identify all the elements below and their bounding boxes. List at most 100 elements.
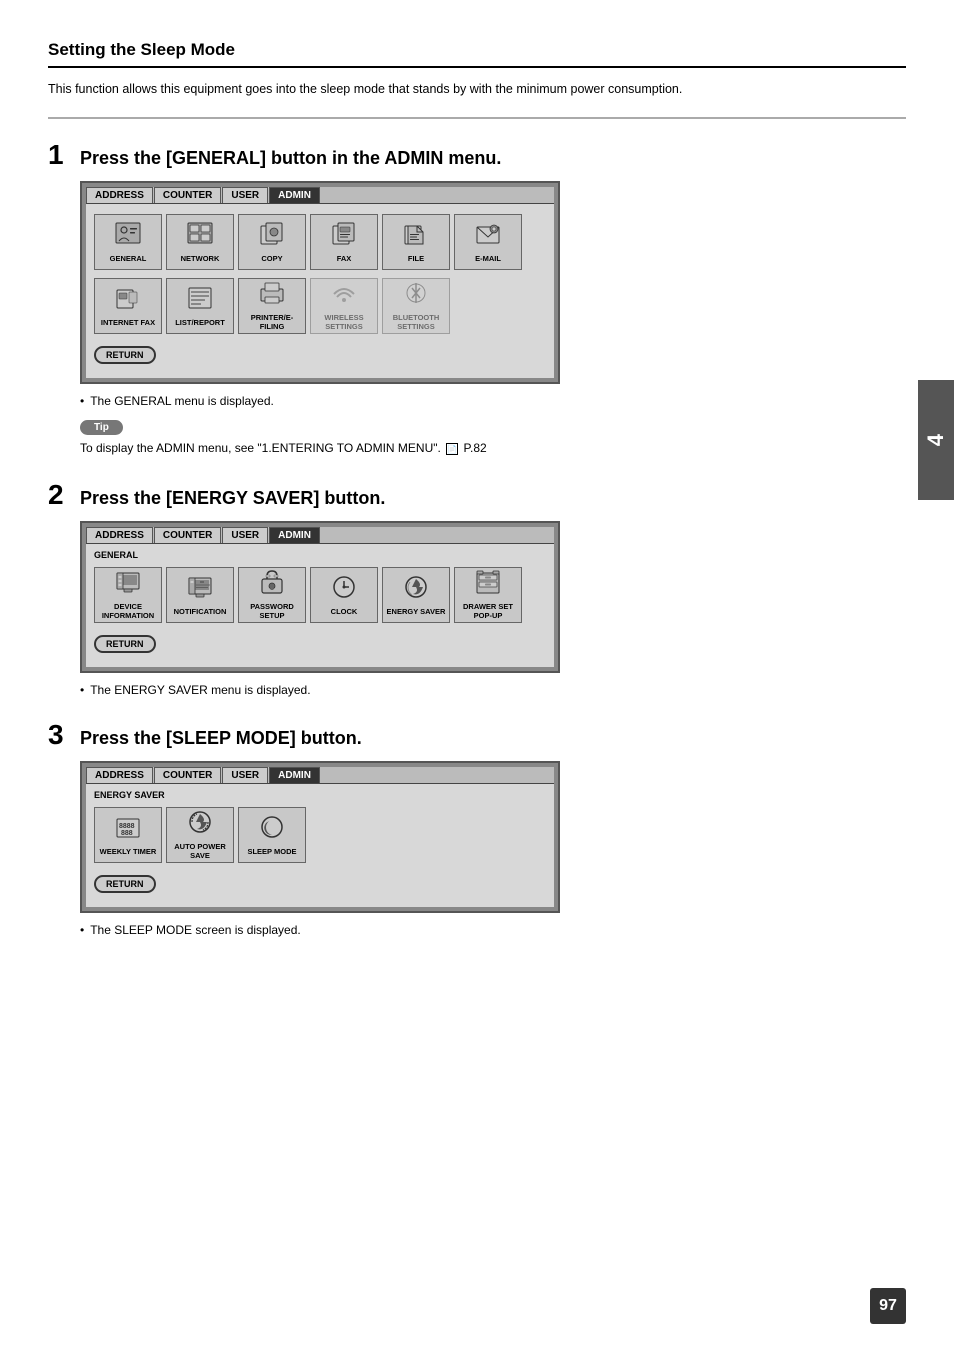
icon-list-report[interactable]: LIST/REPORT [166, 278, 234, 334]
tab-admin-1[interactable]: ADMIN [269, 187, 320, 203]
drawer-set-label: DRAWER SET POP-UP [455, 602, 521, 620]
tab-number: 4 [923, 434, 949, 446]
return-btn-1[interactable]: RETURN [94, 346, 156, 364]
icon-sleep-mode[interactable]: SLEEP MODE [238, 807, 306, 863]
printer-efiling-icon [258, 280, 286, 311]
step-2-bullet: The ENERGY SAVER menu is displayed. [80, 683, 906, 697]
clock-icon [330, 574, 358, 605]
screen-inner-2: GENERAL [86, 544, 554, 667]
icon-device-info[interactable]: DEVICE INFORMATION [94, 567, 162, 623]
weekly-timer-icon: 8888 888 [114, 814, 142, 845]
tab-counter-3[interactable]: COUNTER [154, 767, 221, 783]
tab-bar-3: ADDRESS COUNTER USER ADMIN [86, 767, 554, 784]
icon-wireless[interactable]: WIRELESS SETTINGS [310, 278, 378, 334]
return-area-1: RETURN [94, 338, 546, 372]
icon-fax[interactable]: FAX [310, 214, 378, 270]
list-report-icon [186, 285, 214, 316]
page-number: 97 [870, 1288, 906, 1324]
network-label: NETWORK [181, 254, 220, 263]
tab-user-2[interactable]: USER [222, 527, 268, 543]
step-1-header: 1 Press the [GENERAL] button in the ADMI… [48, 141, 906, 169]
printer-efiling-label: PRINTER/E-FILING [239, 313, 305, 331]
file-icon [402, 221, 430, 252]
icon-notification[interactable]: NOTIFICATION [166, 567, 234, 623]
side-tab: 4 [918, 380, 954, 500]
screen-label-2: GENERAL [94, 550, 546, 560]
sleep-mode-label: SLEEP MODE [247, 847, 296, 856]
icon-grid-1b: INTERNET FAX [94, 274, 546, 338]
screen-mockup-2: ADDRESS COUNTER USER ADMIN GENERAL [80, 521, 560, 673]
icon-copy[interactable]: COPY [238, 214, 306, 270]
icon-printer-efiling[interactable]: PRINTER/E-FILING [238, 278, 306, 334]
return-area-2: RETURN [94, 627, 546, 661]
screen-inner-3: ENERGY SAVER 8888 888 WEEKLY TIMER [86, 784, 554, 907]
step-1-section: 1 Press the [GENERAL] button in the ADMI… [48, 141, 906, 457]
step-3-header: 3 Press the [SLEEP MODE] button. [48, 721, 906, 749]
energy-saver-label: ENERGY SAVER [387, 607, 446, 616]
network-icon [186, 221, 214, 252]
password-icon [258, 569, 286, 600]
return-btn-2[interactable]: RETURN [94, 635, 156, 653]
step-1-title: Press the [GENERAL] button in the ADMIN … [80, 148, 501, 169]
page-ref-icon-1: 📄 [446, 443, 458, 455]
step-2-section: 2 Press the [ENERGY SAVER] button. ADDRE… [48, 481, 906, 697]
step-2-header: 2 Press the [ENERGY SAVER] button. [48, 481, 906, 509]
tab-user-3[interactable]: USER [222, 767, 268, 783]
screen-mockup-3: ADDRESS COUNTER USER ADMIN ENERGY SAVER … [80, 761, 560, 913]
icon-energy-saver[interactable]: ENERGY SAVER [382, 567, 450, 623]
bluetooth-label: Bluetooth SETTINGS [383, 313, 449, 331]
icon-general[interactable]: GENERAL [94, 214, 162, 270]
notification-icon [186, 574, 214, 605]
tab-user-1[interactable]: USER [222, 187, 268, 203]
icon-network[interactable]: NETWORK [166, 214, 234, 270]
page-title: Setting the Sleep Mode [48, 40, 906, 68]
icon-clock[interactable]: CLOCK [310, 567, 378, 623]
tab-address-3[interactable]: ADDRESS [86, 767, 153, 783]
tip-box-1: Tip To display the ADMIN menu, see "1.EN… [80, 418, 906, 457]
icon-weekly-timer[interactable]: 8888 888 WEEKLY TIMER [94, 807, 162, 863]
icon-email[interactable]: E-MAIL [454, 214, 522, 270]
step-1-bullet: The GENERAL menu is displayed. [80, 394, 906, 408]
icon-auto-power-save[interactable]: AUTO POWER SAVE [166, 807, 234, 863]
tab-address-1[interactable]: ADDRESS [86, 187, 153, 203]
copy-label: COPY [261, 254, 282, 263]
icon-bluetooth[interactable]: Bluetooth SETTINGS [382, 278, 450, 334]
internet-fax-icon [114, 285, 142, 316]
step-3-number: 3 [48, 721, 70, 749]
return-btn-3[interactable]: RETURN [94, 875, 156, 893]
list-report-label: LIST/REPORT [175, 318, 225, 327]
icon-drawer-set[interactable]: DRAWER SET POP-UP [454, 567, 522, 623]
wireless-icon [330, 280, 358, 311]
svg-text:8888: 8888 [119, 823, 135, 830]
icon-grid-1: GENERAL [94, 210, 546, 274]
step-2-number: 2 [48, 481, 70, 509]
email-label: E-MAIL [475, 254, 501, 263]
password-label: PASSWORD SETUP [239, 602, 305, 620]
device-info-label: DEVICE INFORMATION [95, 602, 161, 620]
svg-text:888: 888 [121, 830, 133, 837]
icon-internet-fax[interactable]: INTERNET FAX [94, 278, 162, 334]
icon-file[interactable]: FILE [382, 214, 450, 270]
weekly-timer-label: WEEKLY TIMER [100, 847, 157, 856]
icon-password[interactable]: PASSWORD SETUP [238, 567, 306, 623]
internet-fax-label: INTERNET FAX [101, 318, 155, 327]
tip-text-1: To display the ADMIN menu, see "1.ENTERI… [80, 439, 906, 457]
step-2-title: Press the [ENERGY SAVER] button. [80, 488, 385, 509]
email-icon [474, 221, 502, 252]
tab-admin-2[interactable]: ADMIN [269, 527, 320, 543]
tab-bar-2: ADDRESS COUNTER USER ADMIN [86, 527, 554, 544]
tab-admin-3[interactable]: ADMIN [269, 767, 320, 783]
tab-bar-1: ADDRESS COUNTER USER ADMIN [86, 187, 554, 204]
step-3-title: Press the [SLEEP MODE] button. [80, 728, 362, 749]
step-1-number: 1 [48, 141, 70, 169]
screen-inner-1: GENERAL [86, 204, 554, 378]
notification-label: NOTIFICATION [174, 607, 227, 616]
tab-address-2[interactable]: ADDRESS [86, 527, 153, 543]
tab-counter-1[interactable]: COUNTER [154, 187, 221, 203]
tip-label-1: Tip [80, 420, 123, 435]
sleep-mode-icon [258, 814, 286, 845]
main-content: Setting the Sleep Mode This function all… [0, 0, 954, 1001]
tab-counter-2[interactable]: COUNTER [154, 527, 221, 543]
bluetooth-icon [402, 280, 430, 311]
fax-label: FAX [337, 254, 352, 263]
